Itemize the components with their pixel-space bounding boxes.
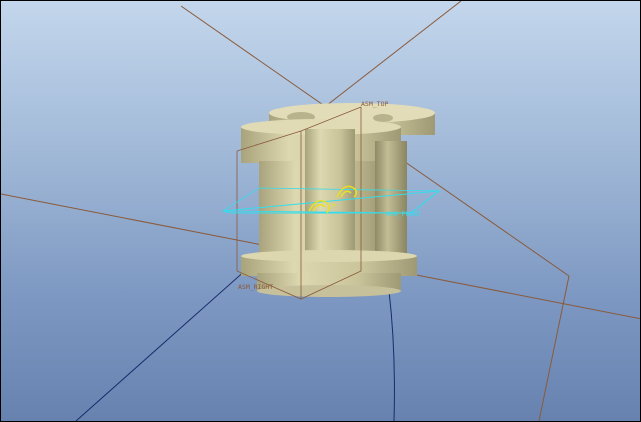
model-scene[interactable]: ASM_TOP ASM_FRONT ASM_RIGHT — [1, 1, 641, 422]
3d-model-viewport[interactable]: ASM_TOP ASM_FRONT ASM_RIGHT — [0, 0, 641, 422]
datum-label-front[interactable]: ASM_FRONT — [386, 210, 421, 218]
datum-label-right[interactable]: ASM_RIGHT — [238, 283, 273, 291]
datum-label-top[interactable]: ASM_TOP — [361, 100, 388, 108]
